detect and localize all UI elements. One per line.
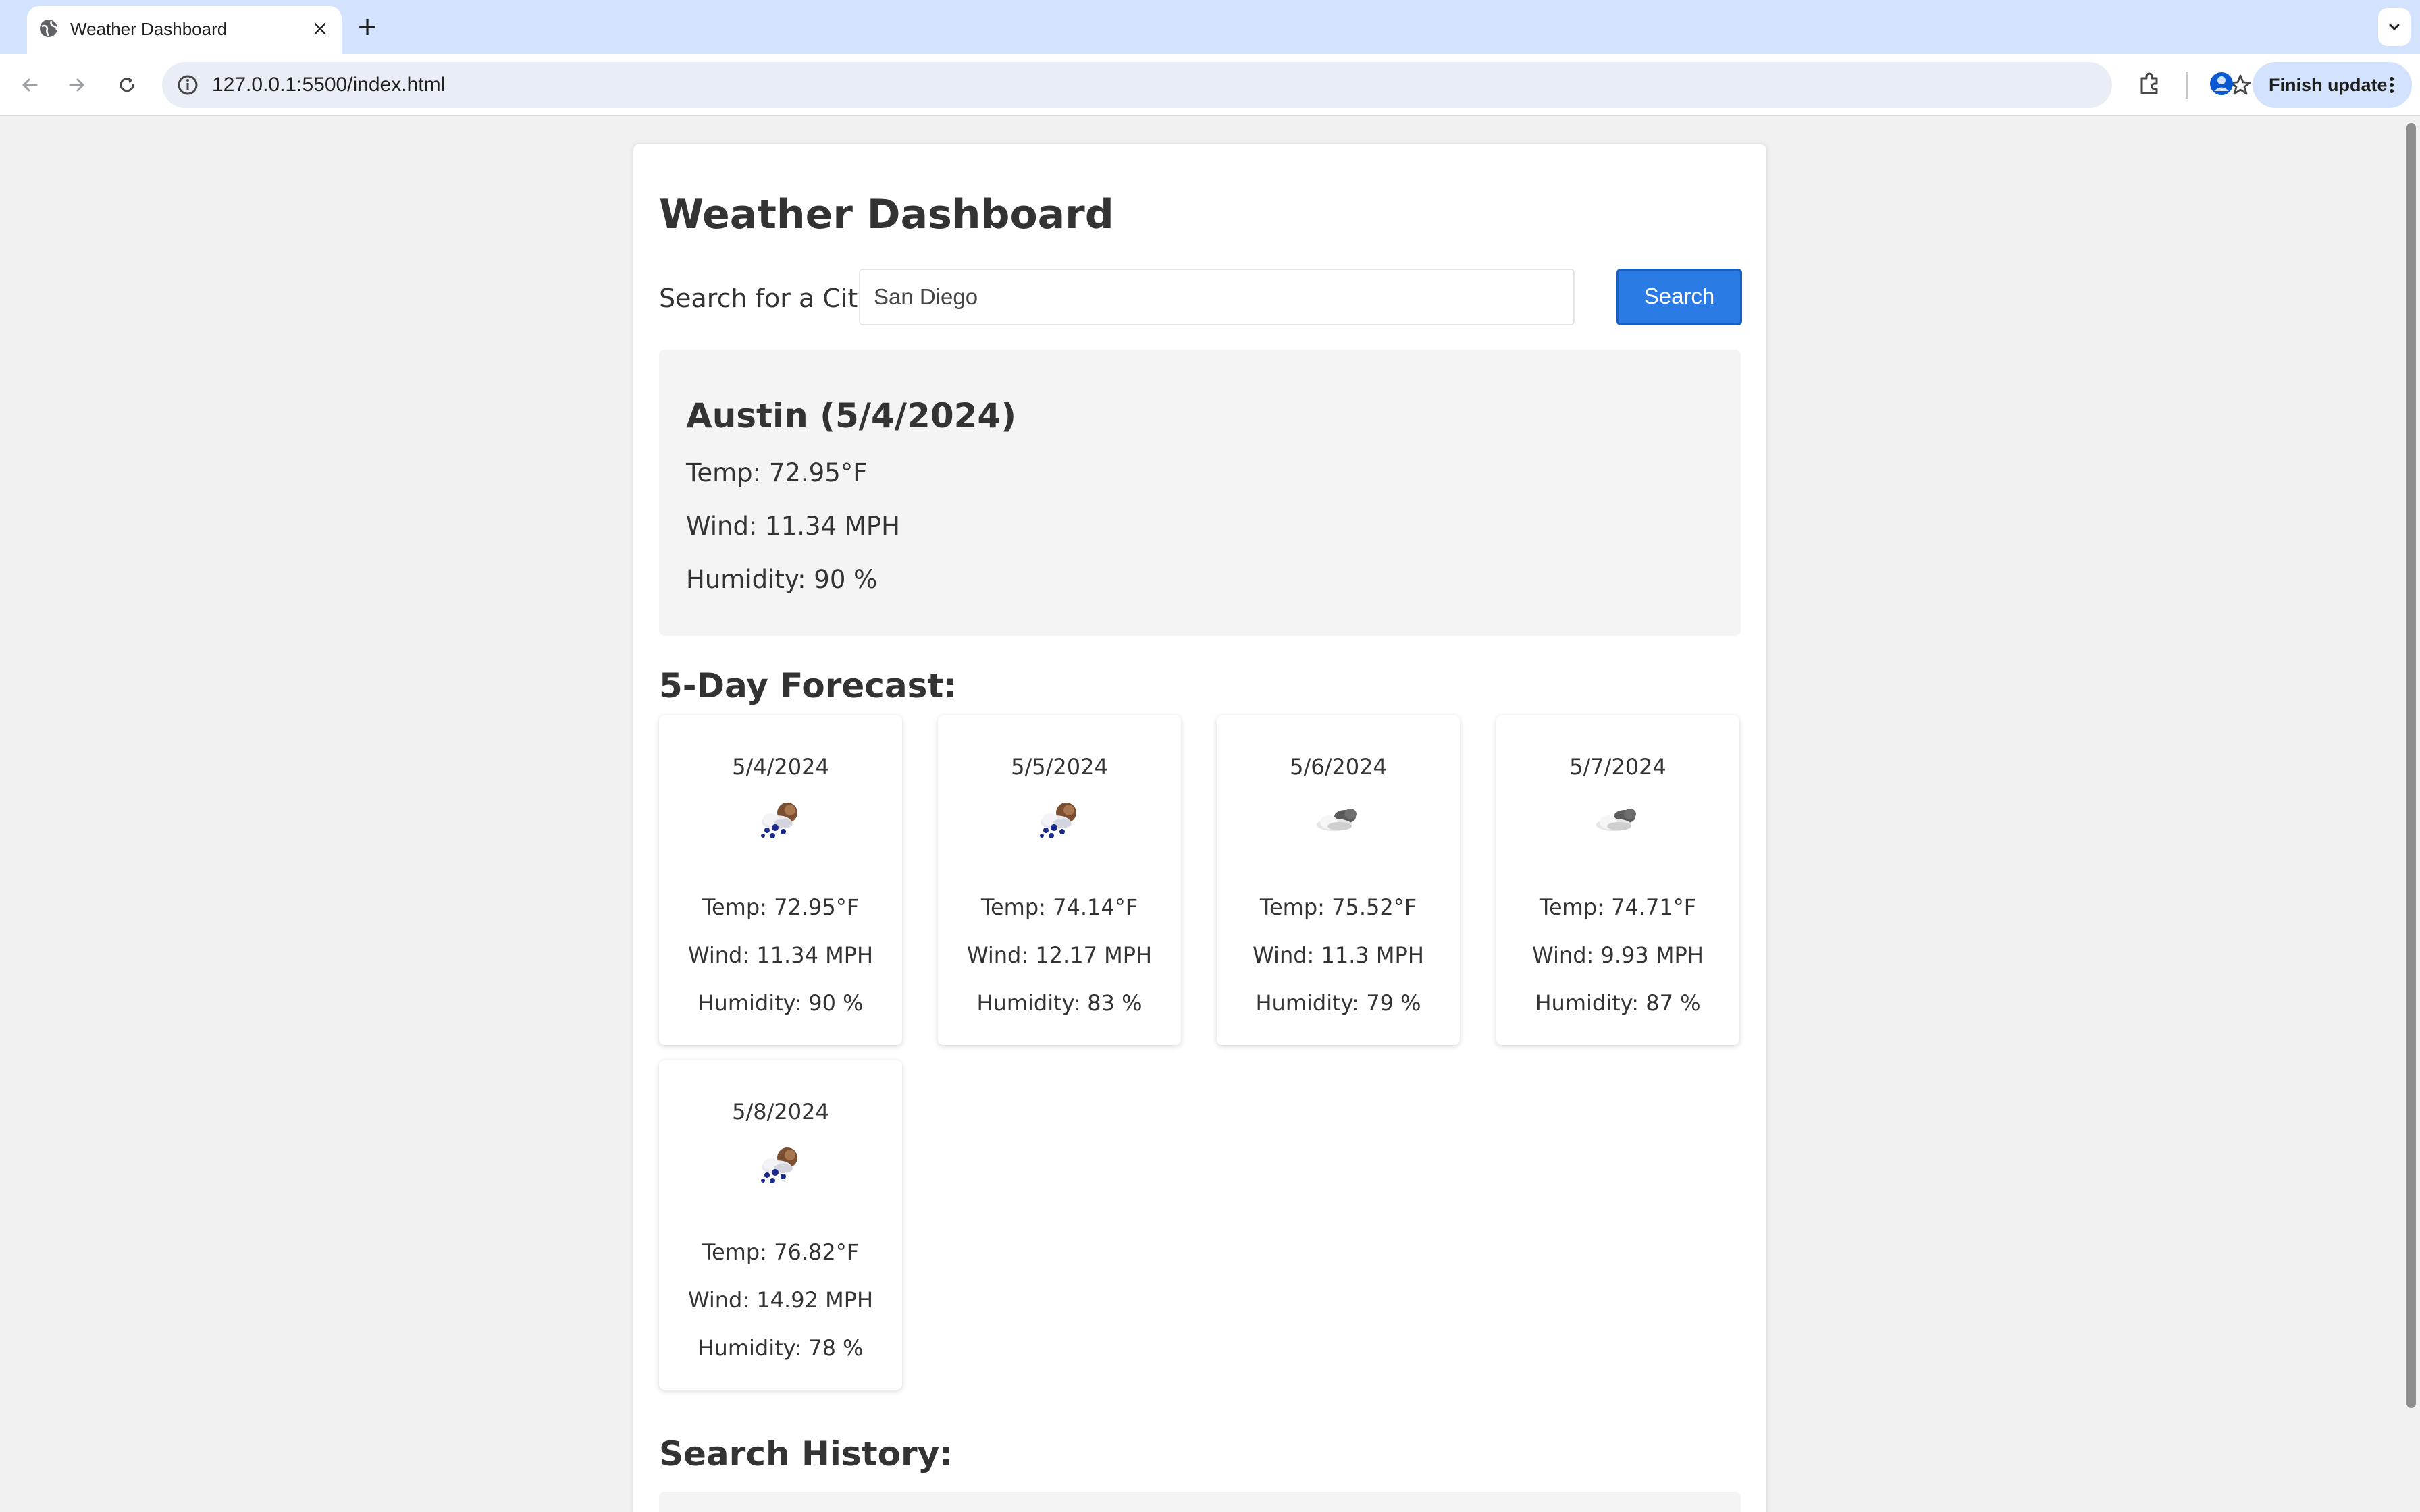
globe-icon — [38, 18, 59, 39]
url-text[interactable]: 127.0.0.1:5500/index.html — [212, 72, 445, 99]
forecast-humidity: Humidity: 79 % — [1255, 990, 1421, 1016]
extensions-puzzle-icon[interactable] — [2135, 69, 2165, 99]
forecast-wind: Wind: 9.93 MPH — [1532, 942, 1704, 968]
forecast-temp: Temp: 76.82°F — [702, 1239, 860, 1265]
forecast-humidity: Humidity: 78 % — [698, 1335, 864, 1361]
forecast-humidity: Humidity: 87 % — [1535, 990, 1701, 1016]
search-history-heading: Search History: — [659, 1434, 953, 1474]
current-city-heading: Austin (5/4/2024) — [686, 396, 1017, 435]
dashboard-container: Weather Dashboard Search for a City: Sea… — [633, 144, 1766, 1512]
forecast-date: 5/6/2024 — [1290, 754, 1387, 780]
forecast-heading: 5-Day Forecast: — [659, 666, 957, 705]
profile-avatar-icon[interactable] — [2207, 69, 2236, 99]
forward-arrow-icon[interactable] — [62, 70, 92, 100]
close-icon[interactable]: × — [307, 16, 334, 43]
forecast-temp: Temp: 74.71°F — [1539, 894, 1697, 920]
chevron-down-icon — [2389, 24, 2400, 30]
page-scrollbar[interactable] — [2401, 117, 2420, 1512]
clouds-icon — [1311, 799, 1365, 842]
browser-toolbar: 127.0.0.1:5500/index.html Finish update — [0, 54, 2420, 116]
rain-icon — [1032, 799, 1086, 842]
browser-tab[interactable]: Weather Dashboard × — [27, 6, 342, 54]
tab-search-button[interactable] — [2378, 8, 2411, 46]
forecast-wind: Wind: 14.92 MPH — [687, 1287, 874, 1313]
current-humidity: Humidity: 90 % — [686, 565, 878, 594]
forecast-card: 5/4/2024 Temp: 72.95°F Wind: 11.34 MPH H… — [659, 716, 902, 1045]
forecast-wind: Wind: 11.34 MPH — [687, 942, 874, 968]
new-tab-plus-icon[interactable]: + — [352, 12, 382, 42]
site-info-icon[interactable] — [176, 73, 200, 97]
forecast-card: 5/5/2024 Temp: 74.14°F Wind: 12.17 MPH H… — [938, 716, 1181, 1045]
toolbar-divider — [2186, 72, 2188, 99]
search-button[interactable]: Search — [1616, 269, 1742, 325]
tab-title: Weather Dashboard — [70, 19, 228, 39]
forecast-card: 5/6/2024 Temp: 75.52°F Wind: 11.3 MPH Hu… — [1217, 716, 1460, 1045]
finish-update-label: Finish update — [2269, 75, 2388, 95]
rain-icon — [754, 799, 808, 842]
rain-icon — [754, 1144, 808, 1187]
city-search-input[interactable] — [859, 269, 1575, 325]
forecast-humidity: Humidity: 83 % — [976, 990, 1142, 1016]
forecast-card: 5/7/2024 Temp: 74.71°F Wind: 9.93 MPH Hu… — [1496, 716, 1739, 1045]
page-title: Weather Dashboard — [659, 191, 1114, 238]
back-arrow-icon[interactable] — [15, 70, 45, 100]
forecast-card: 5/8/2024 Temp: 76.82°F Wind: 14.92 MPH H… — [659, 1060, 902, 1390]
more-vert-icon — [2384, 72, 2400, 99]
finish-update-button[interactable]: Finish update — [2253, 62, 2412, 108]
forecast-date: 5/8/2024 — [732, 1099, 829, 1125]
scrollbar-thumb[interactable] — [2406, 123, 2416, 1408]
browser-tab-strip: Weather Dashboard × + — [0, 0, 2420, 54]
forecast-temp: Temp: 75.52°F — [1259, 894, 1417, 920]
forecast-temp: Temp: 72.95°F — [702, 894, 860, 920]
clouds-icon — [1591, 799, 1645, 842]
forecast-wind: Wind: 12.17 MPH — [966, 942, 1153, 968]
current-weather-panel: Austin (5/4/2024) Temp: 72.95°F Wind: 11… — [659, 350, 1741, 636]
forecast-date: 5/4/2024 — [732, 754, 829, 780]
forecast-temp: Temp: 74.14°F — [980, 894, 1138, 920]
search-history-list[interactable] — [659, 1492, 1741, 1512]
forecast-wind: Wind: 11.3 MPH — [1253, 942, 1424, 968]
address-bar[interactable]: 127.0.0.1:5500/index.html — [162, 62, 2251, 108]
current-wind: Wind: 11.34 MPH — [686, 512, 900, 541]
forecast-humidity: Humidity: 90 % — [698, 990, 864, 1016]
forecast-date: 5/7/2024 — [1569, 754, 1666, 780]
current-temp: Temp: 72.95°F — [686, 458, 868, 487]
reload-icon[interactable] — [112, 70, 142, 100]
forecast-date: 5/5/2024 — [1011, 754, 1108, 780]
search-label: Search for a City: — [659, 284, 880, 313]
